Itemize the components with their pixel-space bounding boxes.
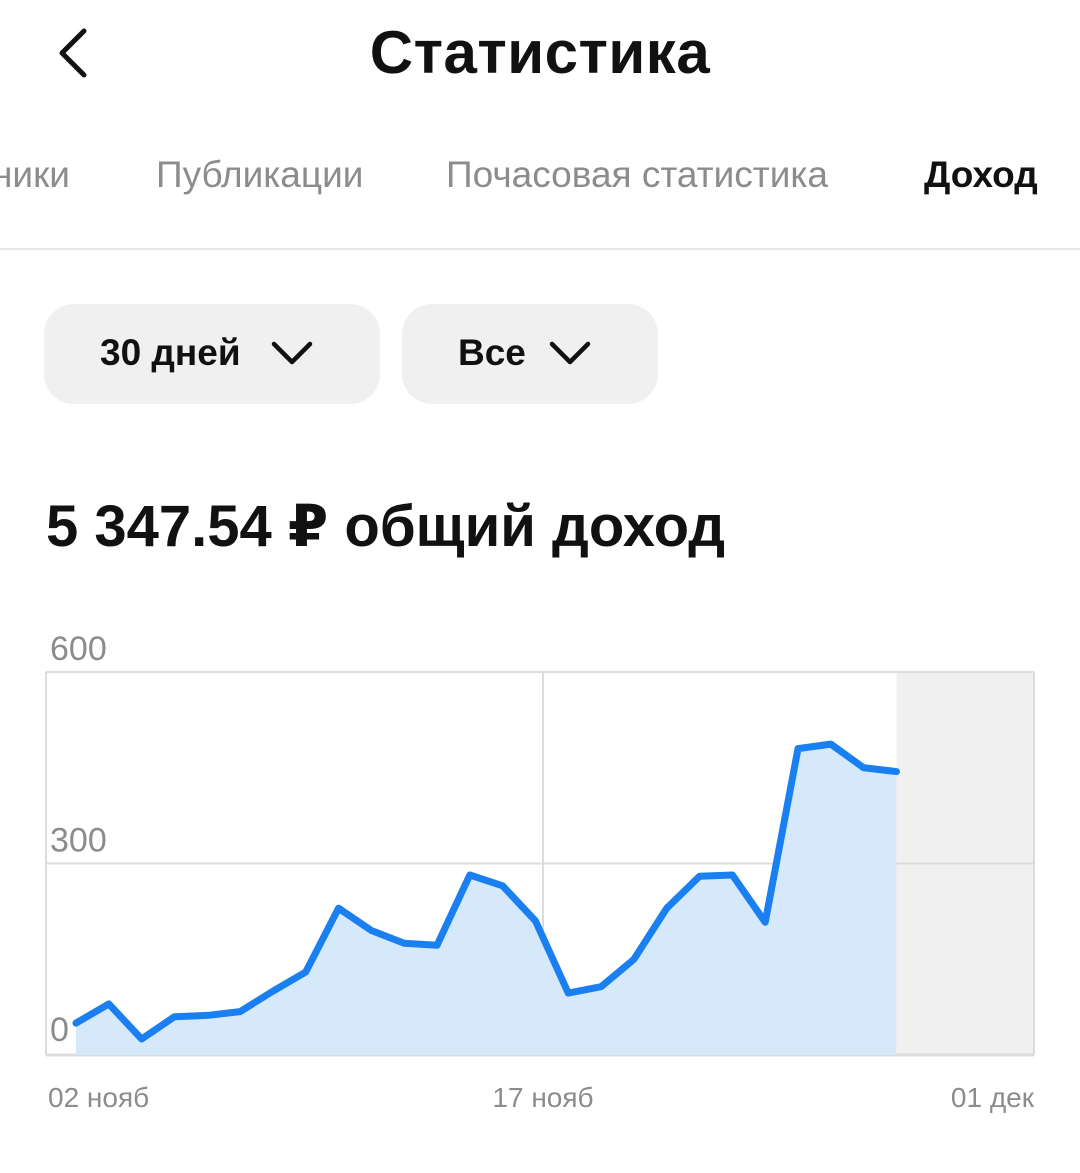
y-tick-label: 300 <box>50 822 107 860</box>
total-amount: 5 347.54 <box>46 494 272 559</box>
period-dropdown-label: 30 дней <box>100 332 241 373</box>
y-tick-label: 0 <box>50 1011 69 1049</box>
tab-publications[interactable]: Публикации <box>156 154 363 196</box>
tab-hourly-stats[interactable]: Почасовая статистика <box>446 154 828 196</box>
period-dropdown[interactable]: 30 дней <box>44 304 380 404</box>
income-chart: 600 300 0 02 нояб 17 нояб 01 дек <box>45 630 1035 1113</box>
chevron-down-icon <box>549 341 591 365</box>
x-tick-label: 01 дек <box>951 1082 1035 1113</box>
x-tick-label: 17 нояб <box>492 1082 593 1113</box>
page-title: Статистика <box>369 19 711 86</box>
type-dropdown-label: Все <box>458 332 526 373</box>
currency-symbol: ₽ <box>287 494 329 559</box>
chevron-down-icon <box>271 341 313 365</box>
tabs-divider <box>0 248 1080 250</box>
income-area <box>76 744 897 1055</box>
tab-subscribers[interactable]: ники <box>0 154 70 196</box>
y-tick-label: 600 <box>50 630 107 668</box>
tab-bar: ники Публикации Почасовая статистика Дох… <box>0 140 1080 248</box>
header: Статистика <box>0 0 1080 110</box>
tab-income[interactable]: Доход <box>924 154 1038 196</box>
total-income: 5 347.54 ₽ общий доход <box>46 492 725 560</box>
type-dropdown[interactable]: Все <box>402 304 658 404</box>
x-tick-label: 02 нояб <box>48 1082 149 1113</box>
total-caption: общий доход <box>344 494 726 559</box>
